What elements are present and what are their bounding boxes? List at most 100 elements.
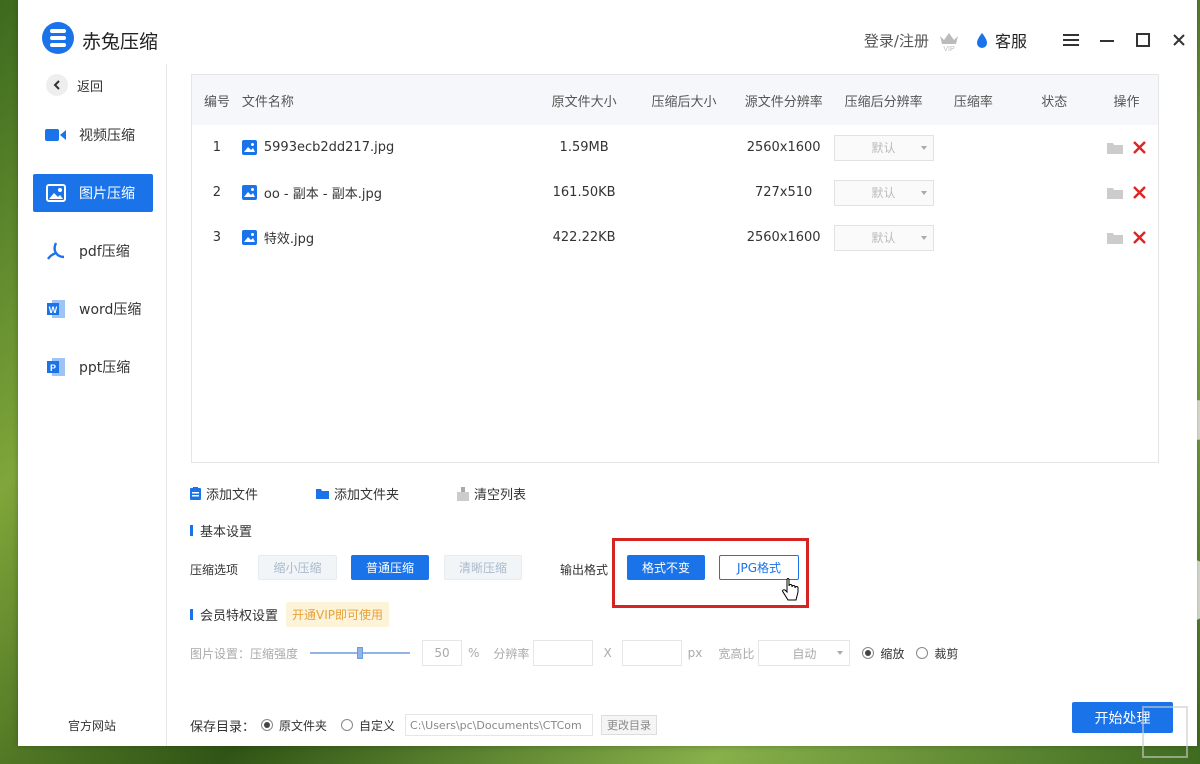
aspect-ratio-value: 自动	[792, 646, 817, 661]
delete-icon[interactable]	[1133, 141, 1146, 154]
original-size: 1.59MB	[559, 140, 609, 155]
highlight-box	[612, 538, 809, 608]
table-row: 1 5993ecb2dd217.jpg 1.59MB 2560x1600 默认	[192, 125, 1158, 170]
small-compress-button[interactable]: 缩小压缩	[258, 555, 337, 580]
original-folder-radio[interactable]	[261, 719, 274, 731]
add-file-label: 添加文件	[206, 488, 259, 503]
strength-input[interactable]: 50	[422, 640, 463, 666]
svg-text:P: P	[50, 363, 56, 373]
folder-icon[interactable]	[1107, 186, 1124, 199]
vip-crown-icon[interactable]: VIP	[937, 28, 961, 52]
file-name-cell: 5993ecb2dd217.jpg	[241, 140, 534, 155]
strength-slider[interactable]	[310, 647, 411, 659]
add-folder-label: 添加文件夹	[334, 488, 400, 503]
menu-icon[interactable]	[1053, 26, 1089, 54]
file-toolbar: 添加文件 添加文件夹 清空列表	[190, 484, 584, 503]
file-name: 特效.jpg	[263, 232, 315, 247]
sidebar-item-video[interactable]: 视频压缩	[33, 116, 153, 154]
compressed-resolution-select[interactable]: 默认	[833, 224, 934, 251]
title-bar: 赤兔压缩 登录/注册 VIP 客服	[18, 0, 1197, 64]
svg-text:VIP: VIP	[943, 46, 955, 52]
row-number: 3	[212, 230, 222, 245]
px-unit: px	[687, 646, 703, 660]
pdf-icon	[45, 240, 67, 262]
sidebar-item-label: ppt压缩	[79, 360, 131, 376]
file-name-cell: oo - 副本 - 副本.jpg	[241, 183, 534, 202]
save-directory-row: 保存目录： 原文件夹 自定义 C:\Users\pc\Documents\CTC…	[190, 714, 658, 736]
broom-icon	[457, 486, 470, 501]
compressed-resolution-select[interactable]: 默认	[833, 179, 934, 206]
watermark-logo	[1142, 706, 1188, 758]
sidebar-item-ppt[interactable]: P ppt压缩	[33, 348, 153, 386]
vip-settings-label: 会员特权设置	[200, 609, 279, 624]
save-path-input[interactable]: C:\Users\pc\Documents\CTCom	[405, 714, 594, 736]
section-bar	[190, 525, 193, 536]
back-label: 返回	[77, 79, 104, 95]
vip-tag[interactable]: 开通VIP即可使用	[286, 602, 390, 627]
login-register-link[interactable]: 登录/注册	[864, 30, 929, 51]
section-bar	[190, 609, 193, 620]
change-directory-button[interactable]: 更改目录	[601, 715, 658, 735]
sidebar-item-pdf[interactable]: pdf压缩	[33, 232, 153, 270]
comp-res-cell: 默认	[833, 134, 934, 161]
aspect-ratio-select[interactable]: 自动	[758, 640, 851, 666]
slider-knob[interactable]	[357, 647, 364, 659]
table-row: 3 特效.jpg 422.22KB 2560x1600 默认	[192, 215, 1158, 260]
folder-icon[interactable]	[1107, 231, 1124, 244]
source-resolution: 2560x1600	[746, 140, 821, 155]
service-label: 客服	[994, 32, 1027, 51]
customer-service-button[interactable]: 客服	[975, 28, 1027, 52]
select-value: 默认	[871, 231, 896, 245]
delete-icon[interactable]	[1133, 186, 1146, 199]
image-settings-label: 图片设置：压缩强度	[190, 646, 299, 661]
original-size: 161.50KB	[552, 185, 616, 200]
image-file-icon	[241, 185, 257, 200]
app-logo	[42, 22, 74, 54]
height-input[interactable]	[621, 640, 682, 666]
sidebar: 返回 视频压缩 图片压缩 pdf压缩 W word压缩 P ppt压缩 官方网站	[18, 64, 167, 746]
add-folder-button[interactable]: 添加文件夹	[316, 484, 399, 503]
basic-settings-label: 基本设置	[200, 525, 253, 540]
basic-settings-title: 基本设置	[190, 521, 252, 540]
official-site-link[interactable]: 官方网站	[68, 717, 116, 734]
image-file-icon	[241, 140, 257, 155]
resolution-label: 分辨率	[493, 646, 530, 661]
file-name-cell: 特效.jpg	[241, 228, 534, 247]
table-header: 编号 文件名称 原文件大小 压缩后大小 源文件分辨率 压缩后分辨率 压缩率 状态…	[192, 75, 1158, 125]
vip-settings-title: 会员特权设置 开通VIP即可使用	[190, 602, 390, 627]
minimize-button[interactable]	[1089, 26, 1125, 54]
x-separator: X	[603, 646, 612, 660]
custom-folder-radio[interactable]	[341, 719, 354, 731]
caret-down-icon	[920, 145, 927, 150]
scale-label: 缩放	[880, 646, 905, 661]
title-actions: 登录/注册 VIP 客服	[864, 26, 1197, 54]
sidebar-item-image[interactable]: 图片压缩	[33, 174, 153, 212]
svg-text:W: W	[49, 305, 58, 315]
output-format-label: 输出格式	[560, 563, 609, 577]
col-header-comp-size: 压缩后大小	[651, 94, 717, 110]
compressed-resolution-select[interactable]: 默认	[833, 134, 934, 161]
custom-folder-label: 自定义	[359, 718, 396, 733]
add-file-button[interactable]: 添加文件	[190, 484, 258, 503]
delete-icon[interactable]	[1133, 231, 1146, 244]
col-header-orig-size: 原文件大小	[551, 94, 617, 110]
crop-radio[interactable]	[916, 647, 929, 659]
sidebar-item-word[interactable]: W word压缩	[33, 290, 153, 328]
back-button[interactable]: 返回	[46, 74, 103, 96]
table-row: 2 oo - 副本 - 副本.jpg 161.50KB 727x510 默认	[192, 170, 1158, 215]
crop-label: 裁剪	[934, 646, 959, 661]
close-button[interactable]	[1161, 26, 1197, 54]
clear-list-button[interactable]: 清空列表	[457, 484, 526, 503]
clear-compress-button[interactable]: 清晰压缩	[444, 555, 522, 580]
chevron-left-icon	[46, 74, 68, 96]
sidebar-item-label: 图片压缩	[79, 186, 135, 202]
normal-compress-button[interactable]: 普通压缩	[351, 555, 429, 580]
caret-down-icon	[837, 651, 844, 655]
col-header-status: 状态	[1041, 94, 1068, 110]
folder-icon[interactable]	[1107, 141, 1124, 154]
width-input[interactable]	[533, 640, 594, 666]
maximize-button[interactable]	[1125, 26, 1161, 54]
scale-radio[interactable]	[862, 647, 875, 659]
image-icon	[45, 182, 67, 204]
original-size: 422.22KB	[552, 230, 616, 245]
